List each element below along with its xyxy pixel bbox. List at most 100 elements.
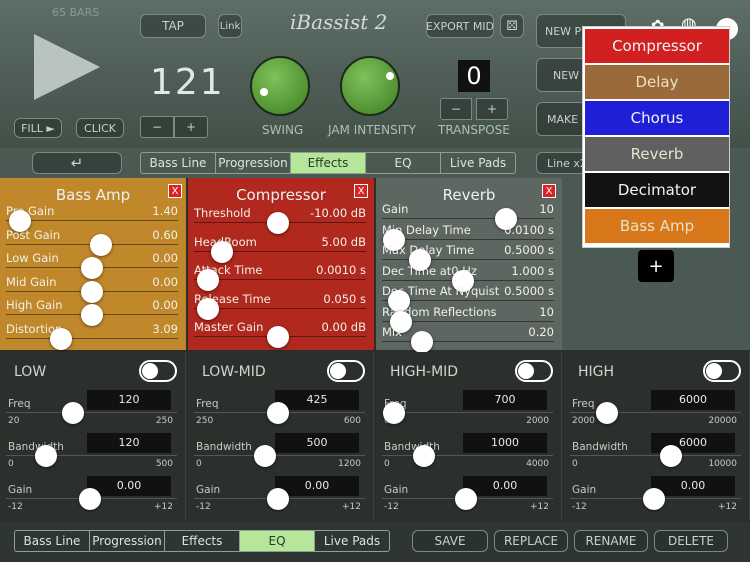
- bass-amp-param-low-gain[interactable]: Low Gain 0.00: [6, 251, 178, 279]
- eq-slider-handle[interactable]: [253, 445, 276, 467]
- param-slider-handle[interactable]: [196, 269, 219, 291]
- bottom-tab-progression[interactable]: Progression: [90, 531, 165, 551]
- menu-item-compressor[interactable]: Compressor: [585, 29, 729, 63]
- param-value: 0.00 dB: [321, 320, 366, 334]
- param-slider-handle[interactable]: [267, 212, 290, 234]
- eq-gain-control[interactable]: Gain 0.00 -12 +12: [194, 476, 365, 516]
- eq-slider-handle[interactable]: [643, 488, 665, 510]
- bass-amp-param-distortion[interactable]: Distortion 3.09: [6, 322, 178, 350]
- eq-slider-handle[interactable]: [659, 445, 682, 467]
- reverb-param-dec-time-at-nyquist[interactable]: Dec Time At Nyquist 0.5000 s: [382, 284, 554, 312]
- bottom-tab-live-pads[interactable]: Live Pads: [315, 531, 389, 551]
- tab-live-pads[interactable]: Live Pads: [441, 153, 515, 173]
- eq-slider-handle[interactable]: [267, 488, 289, 510]
- reverb-close-button[interactable]: X: [542, 184, 556, 198]
- reverb-param-dec-time-at0-hz[interactable]: Dec Time at0 Hz 1.000 s: [382, 264, 554, 292]
- compressor-param-headroom[interactable]: HeadRoom5.00 dB: [194, 235, 366, 263]
- param-slider-handle[interactable]: [50, 327, 73, 350]
- eq-bandwidth-control[interactable]: Bandwidth 500 0 1200: [194, 433, 365, 473]
- eq-freq-control[interactable]: Freq 6000 2000 20000: [570, 390, 741, 430]
- menu-item-bass-amp[interactable]: Bass Amp: [585, 209, 729, 243]
- dice-icon[interactable]: ⚄: [500, 14, 524, 38]
- compressor-param-attack-time[interactable]: Attack Time 0.0010 s: [194, 263, 366, 291]
- eq-slider-handle[interactable]: [267, 402, 289, 424]
- bottom-tab-effects[interactable]: Effects: [165, 531, 240, 551]
- eq-slider-handle[interactable]: [35, 445, 58, 467]
- eq-bandwidth-control[interactable]: Bandwidth 120 0 500: [6, 433, 177, 473]
- param-slider-handle[interactable]: [196, 297, 219, 320]
- menu-item-reverb[interactable]: Reverb: [585, 137, 729, 171]
- eq-band-toggle[interactable]: [327, 360, 365, 382]
- tab-effects[interactable]: Effects: [291, 153, 366, 173]
- eq-gain-control[interactable]: Gain 0.00 -12 +12: [6, 476, 177, 516]
- bass-amp-param-high-gain[interactable]: High Gain 0.00: [6, 298, 178, 326]
- save-button[interactable]: SAVE: [412, 530, 488, 552]
- replace-button[interactable]: REPLACE: [494, 530, 568, 552]
- swing-knob[interactable]: [250, 56, 310, 116]
- bass-amp-param-mid-gain[interactable]: Mid Gain 0.00: [6, 275, 178, 303]
- rename-button[interactable]: RENAME: [574, 530, 648, 552]
- back-button[interactable]: ↵: [32, 152, 122, 174]
- eq-band-toggle[interactable]: [703, 360, 741, 382]
- compressor-param-master-gain[interactable]: Master Gain 0.00 dB: [194, 320, 366, 348]
- param-track: [382, 341, 554, 342]
- eq-band-toggle[interactable]: [139, 360, 177, 382]
- app-logo: iBassist 2: [290, 10, 388, 34]
- eq-slider-handle[interactable]: [413, 445, 435, 467]
- tempo-plus-button[interactable]: +: [174, 116, 208, 138]
- param-label: Gain: [382, 202, 409, 216]
- eq-track: [6, 412, 177, 413]
- bass-amp-close-button[interactable]: X: [168, 184, 182, 198]
- transpose-plus-button[interactable]: +: [476, 98, 508, 120]
- reverb-param-random-reflections[interactable]: Random Reflections 10: [382, 305, 554, 333]
- reverb-param-gain[interactable]: Gain 10: [382, 202, 554, 230]
- jam-intensity-knob[interactable]: [340, 56, 400, 116]
- eq-freq-control[interactable]: Freq 120 20 250: [6, 390, 177, 430]
- compressor-param-threshold[interactable]: Threshold -10.00 dB: [194, 206, 366, 234]
- bass-amp-param-pre-gain[interactable]: Pre Gain 1.40: [6, 204, 178, 232]
- reverb-param-min-delay-time[interactable]: Min Delay Time 0.0100 s: [382, 223, 554, 251]
- eq-freq-control[interactable]: Freq7006002000: [382, 390, 553, 430]
- param-slider-handle[interactable]: [210, 240, 233, 263]
- eq-gain-control[interactable]: Gain 0.00 -12 +12: [570, 476, 741, 516]
- tempo-minus-button[interactable]: −: [140, 116, 174, 138]
- link-button[interactable]: Link: [218, 14, 242, 38]
- eq-param-label: Gain: [572, 484, 597, 496]
- export-midi-button[interactable]: EXPORT MID: [426, 14, 494, 38]
- param-slider-handle[interactable]: [410, 331, 433, 353]
- menu-item-chorus[interactable]: Chorus: [585, 101, 729, 135]
- menu-item-decimator[interactable]: Decimator: [585, 173, 729, 207]
- menu-item-delay[interactable]: Delay: [585, 65, 729, 99]
- bottom-tab-bass-line[interactable]: Bass Line: [15, 531, 90, 551]
- fill-button[interactable]: FILL ►: [14, 118, 62, 138]
- eq-bandwidth-control[interactable]: Bandwidth 1000 0 4000: [382, 433, 553, 473]
- eq-slider-handle[interactable]: [62, 402, 85, 424]
- eq-max-label: 4000: [526, 459, 549, 469]
- eq-min-label: 20: [8, 416, 20, 426]
- eq-slider-handle[interactable]: [455, 488, 477, 510]
- play-icon[interactable]: [34, 34, 100, 100]
- click-button[interactable]: CLICK: [76, 118, 124, 138]
- eq-slider-handle[interactable]: [595, 402, 618, 424]
- eq-slider-handle[interactable]: [382, 402, 405, 424]
- bass-amp-param-post-gain[interactable]: Post Gain 0.60: [6, 228, 178, 256]
- tab-eq[interactable]: EQ: [366, 153, 441, 173]
- eq-track: [570, 455, 741, 456]
- reverb-param-max-delay-time[interactable]: Max Delay Time 0.5000 s: [382, 243, 554, 271]
- tab-bass-line[interactable]: Bass Line: [141, 153, 216, 173]
- param-slider-handle[interactable]: [267, 326, 290, 348]
- tap-button[interactable]: TAP: [140, 14, 206, 38]
- add-effect-button[interactable]: +: [638, 250, 674, 282]
- delete-button[interactable]: DELETE: [654, 530, 728, 552]
- eq-gain-control[interactable]: Gain 0.00 -12 +12: [382, 476, 553, 516]
- transpose-minus-button[interactable]: −: [440, 98, 472, 120]
- compressor-close-button[interactable]: X: [354, 184, 368, 198]
- eq-bandwidth-control[interactable]: Bandwidth 6000 0 10000: [570, 433, 741, 473]
- tab-progression[interactable]: Progression: [216, 153, 291, 173]
- bottom-tab-eq[interactable]: EQ: [240, 531, 315, 551]
- eq-slider-handle[interactable]: [79, 488, 101, 510]
- eq-freq-control[interactable]: Freq 425 250 600: [194, 390, 365, 430]
- reverb-param-mix[interactable]: Mix 0.20: [382, 325, 554, 353]
- compressor-param-release-time[interactable]: Release Time 0.050 s: [194, 292, 366, 320]
- eq-band-toggle[interactable]: [515, 360, 553, 382]
